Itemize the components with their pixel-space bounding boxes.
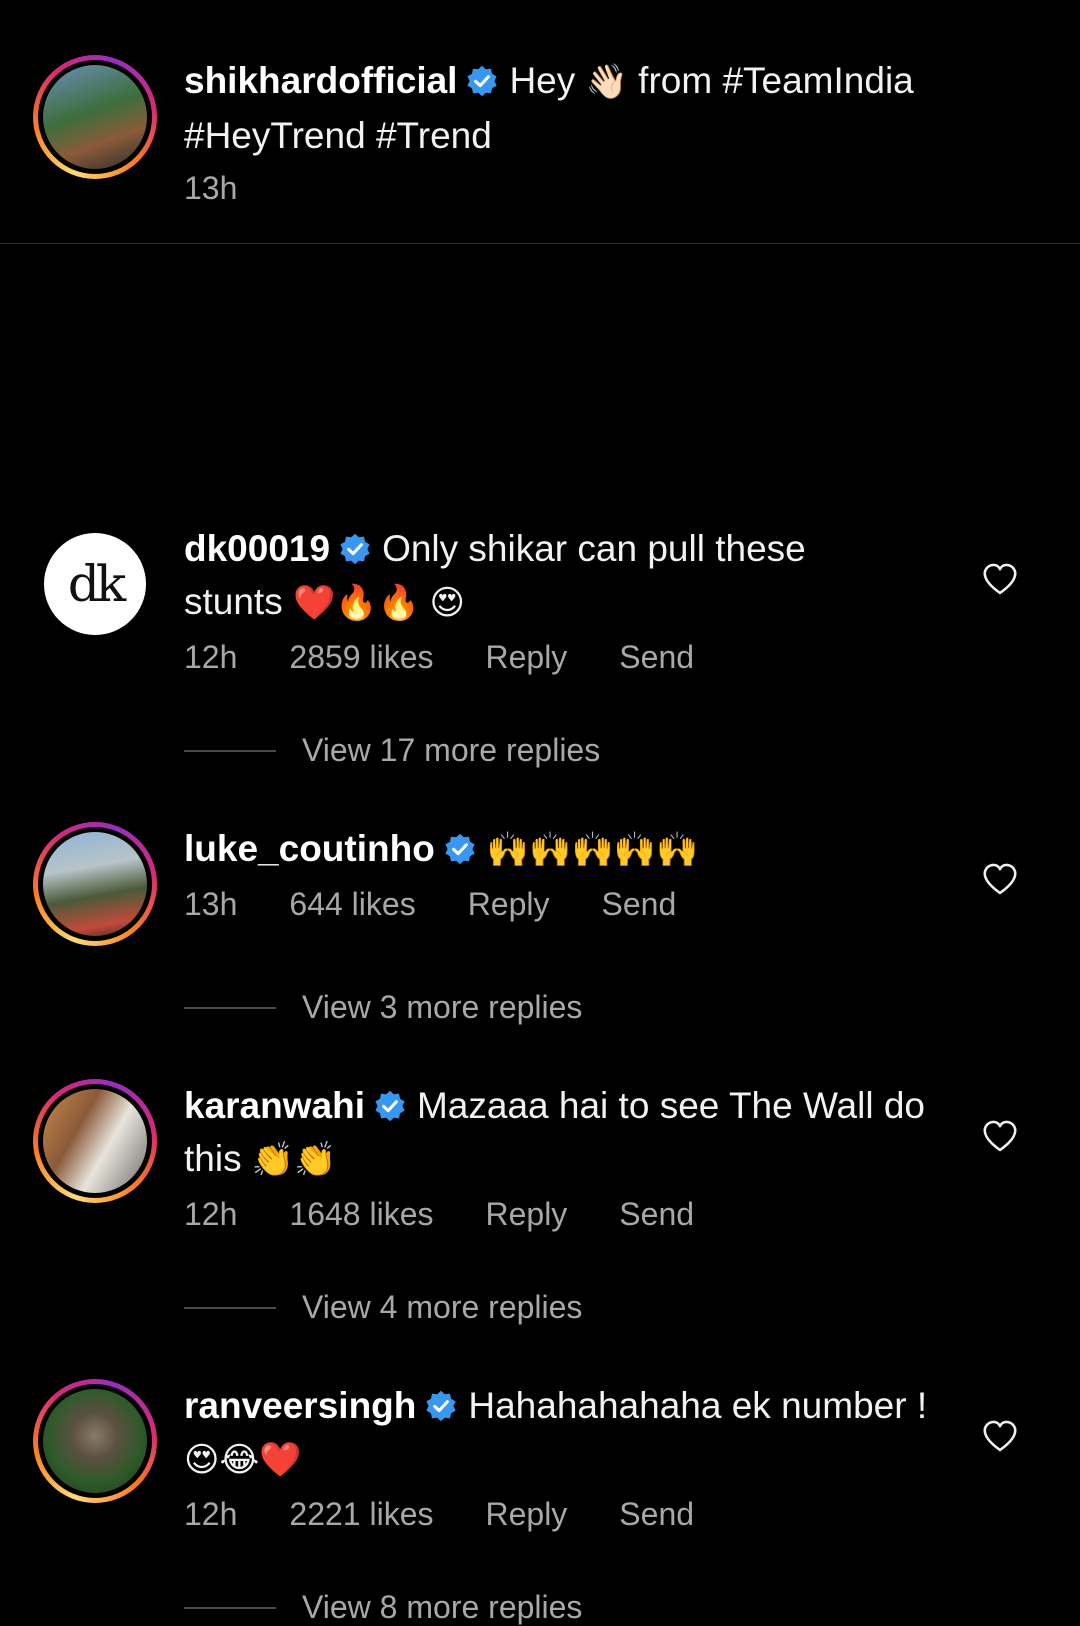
reply-button[interactable]: Reply (485, 639, 567, 676)
caption-username[interactable]: shikhardofficial (184, 60, 457, 101)
avatar-luke_coutinho[interactable] (33, 822, 157, 946)
comment-emojis: 👏👏 (251, 1141, 337, 1179)
comment-likes[interactable]: 2221 likes (289, 1496, 433, 1533)
verified-badge-icon (373, 1089, 407, 1123)
caption-meta: 13h (184, 170, 289, 207)
view-replies-label[interactable]: View 8 more replies (302, 1589, 582, 1626)
caption-text-start: Hey (509, 60, 576, 101)
view-replies-button[interactable]: View 8 more replies (184, 1589, 582, 1626)
comment-text: karanwahi Mazaaa hai to see The Wall do t… (184, 1079, 974, 1187)
comment-body: Only shikar can pull these (382, 528, 806, 569)
send-button[interactable]: Send (619, 1496, 694, 1533)
comment-time: 12h (184, 1196, 238, 1232)
caption-text: shikhardofficial Hey 👋🏻 from #TeamIndia #… (184, 54, 974, 162)
comment-emojis: ❤️🔥🔥 😍 (293, 584, 465, 622)
comment-body: Hahahahahaha ek number ! (468, 1385, 928, 1426)
view-replies-button[interactable]: View 4 more replies (184, 1289, 582, 1326)
comment-time: 12h (184, 1496, 238, 1532)
view-replies-label[interactable]: View 17 more replies (302, 732, 600, 769)
comment-body-line2: this (184, 1138, 242, 1179)
send-button[interactable]: Send (619, 1196, 694, 1233)
waving-hand-emoji: 👋🏻 (585, 63, 628, 101)
comment-meta: 12h 1648 likes Reply Send (184, 1196, 746, 1233)
comment-meta: 12h 2221 likes Reply Send (184, 1496, 746, 1533)
dk-logo: dk (67, 555, 126, 613)
replies-divider (184, 1606, 276, 1609)
caption-text-end: from #TeamIndia (638, 60, 914, 101)
comment-emojis: 🙌🙌🙌🙌🙌 (486, 831, 699, 869)
comment-likes[interactable]: 1648 likes (289, 1196, 433, 1233)
verified-badge-icon (443, 832, 477, 866)
verified-badge-icon (465, 64, 499, 98)
avatar-ranveersingh[interactable] (33, 1379, 157, 1503)
comment-body: Mazaaa hai to see The Wall do (416, 1085, 925, 1126)
view-replies-button[interactable]: View 3 more replies (184, 989, 582, 1026)
comment-likes[interactable]: 644 likes (289, 886, 415, 923)
comment-username[interactable]: luke_coutinho (184, 828, 435, 869)
caption-hashtags[interactable]: #HeyTrend #Trend (184, 115, 492, 156)
view-replies-label[interactable]: View 3 more replies (302, 989, 582, 1026)
reply-button[interactable]: Reply (485, 1196, 567, 1233)
comment-likes[interactable]: 2859 likes (289, 639, 433, 676)
comment-meta: 13h 644 likes Reply Send (184, 886, 728, 923)
like-heart-icon[interactable] (982, 1119, 1018, 1153)
verified-badge-icon (424, 1389, 458, 1423)
comment-username[interactable]: dk00019 (184, 528, 330, 569)
avatar-karanwahi[interactable] (33, 1079, 157, 1203)
send-button[interactable]: Send (619, 639, 694, 676)
like-heart-icon[interactable] (982, 862, 1018, 896)
comment-time: 13h (184, 886, 238, 922)
comment-text: ranveersingh Hahahahahaha ek number ! 😍😂❤… (184, 1379, 974, 1487)
caption-time: 13h (184, 170, 238, 206)
comment-username[interactable]: ranveersingh (184, 1385, 416, 1426)
like-heart-icon[interactable] (982, 562, 1018, 596)
avatar-shikhardofficial[interactable] (33, 55, 157, 179)
comment-meta: 12h 2859 likes Reply Send (184, 639, 746, 676)
comment-text: dk00019 Only shikar can pull these stunts… (184, 522, 974, 630)
comment-body-line2: stunts (184, 581, 283, 622)
reply-button[interactable]: Reply (468, 886, 550, 923)
replies-divider (184, 749, 276, 752)
replies-divider (184, 1306, 276, 1309)
post-caption: shikhardofficial Hey 👋🏻 from #TeamIndia #… (0, 0, 1080, 244)
comment-time: 12h (184, 639, 238, 675)
replies-divider (184, 1006, 276, 1009)
view-replies-label[interactable]: View 4 more replies (302, 1289, 582, 1326)
comment-text: luke_coutinho 🙌🙌🙌🙌🙌 (184, 822, 974, 877)
like-heart-icon[interactable] (982, 1419, 1018, 1453)
comment-emojis: 😍😂❤️ (184, 1441, 302, 1479)
view-replies-button[interactable]: View 17 more replies (184, 732, 600, 769)
avatar-dk00019[interactable]: dk (44, 533, 146, 635)
send-button[interactable]: Send (602, 886, 677, 923)
verified-badge-icon (338, 532, 372, 566)
reply-button[interactable]: Reply (485, 1496, 567, 1533)
comment-username[interactable]: karanwahi (184, 1085, 365, 1126)
